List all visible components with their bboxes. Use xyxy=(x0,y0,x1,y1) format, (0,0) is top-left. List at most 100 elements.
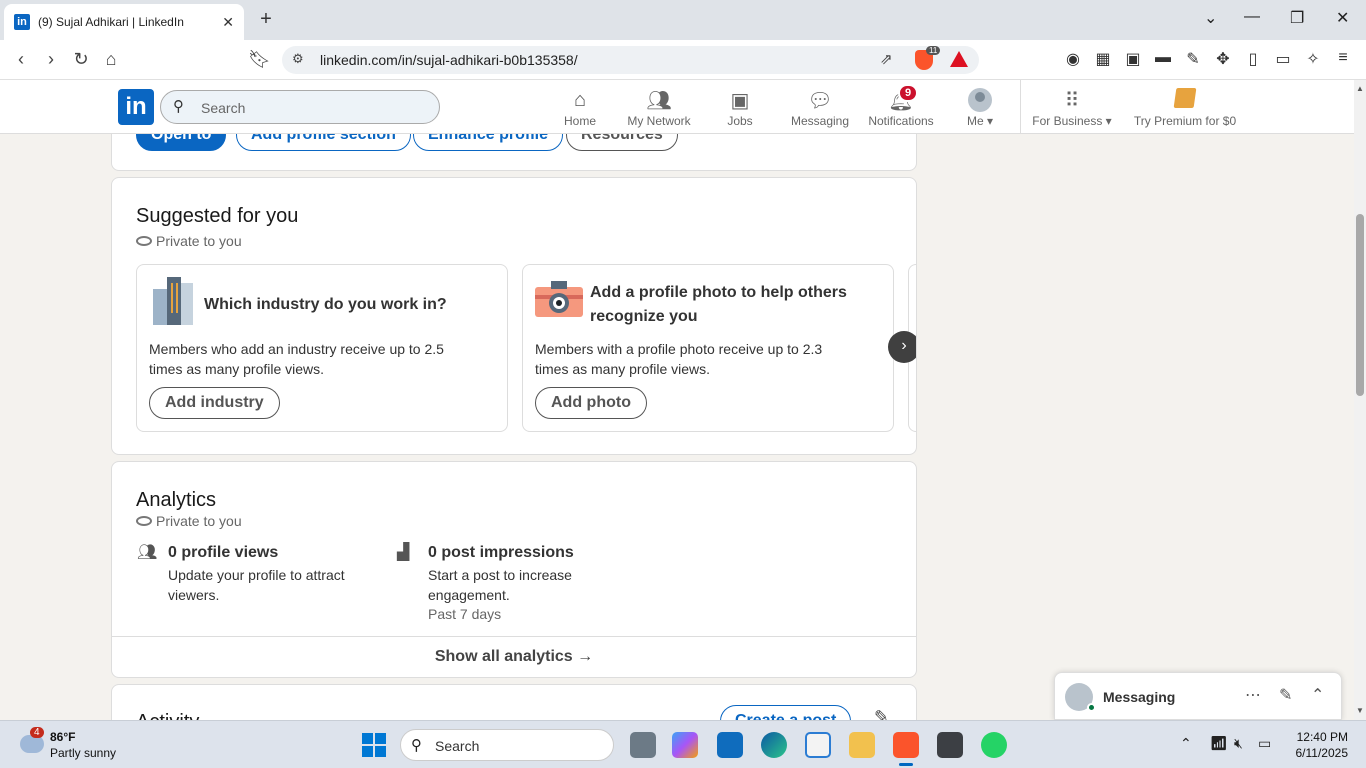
leo-ai-icon[interactable]: ✧ xyxy=(1302,49,1324,69)
compose-icon[interactable]: ✎ xyxy=(1279,685,1292,705)
nav-notifications[interactable]: 🔔︎ 9 Notifications xyxy=(866,84,936,128)
analytics-card: Analytics Private to you 👥︎ 0 profile vi… xyxy=(111,461,917,678)
linkedin-nav: in ⚲ Search ⌂ Home 👥︎ My Network ▣ Jobs … xyxy=(0,80,1354,134)
brave-rewards-icon[interactable] xyxy=(950,51,968,67)
weather-badge: 4 xyxy=(30,727,44,738)
nav-premium-label: Try Premium for $0 xyxy=(1133,114,1237,128)
add-photo-button[interactable]: Add photo xyxy=(535,387,647,419)
suggestion-photo: Add a profile photo to help others recog… xyxy=(522,264,894,432)
wifi-icon[interactable]: 📶︎ xyxy=(1210,735,1228,752)
sidebar-icon[interactable]: ▯ xyxy=(1242,49,1264,69)
brave-browser-icon[interactable] xyxy=(893,732,919,766)
close-window-button[interactable]: ✕ xyxy=(1336,8,1349,28)
store-icon[interactable] xyxy=(805,732,831,758)
forward-button[interactable]: › xyxy=(40,49,62,70)
network-icon: 👥︎ xyxy=(646,89,672,112)
suggested-title: Suggested for you xyxy=(136,205,299,227)
add-industry-button[interactable]: Add industry xyxy=(149,387,280,419)
menu-icon[interactable]: ≡ xyxy=(1332,49,1354,67)
next-arrow-button[interactable]: › xyxy=(888,331,916,363)
chat-icon: 💬︎ xyxy=(807,89,833,112)
new-tab-button[interactable]: + xyxy=(256,8,276,31)
bookmark-icon[interactable]: 🔖︎ xyxy=(248,49,271,70)
more-options-icon[interactable]: ⋯ xyxy=(1245,685,1261,705)
avatar xyxy=(968,88,992,112)
search-icon: ⚲ xyxy=(173,98,184,115)
suggested-card: Suggested for you Private to you Which i… xyxy=(111,177,917,455)
buildings-icon xyxy=(153,277,193,325)
suggestion-industry: Which industry do you work in? Members w… xyxy=(136,264,508,432)
clock-time: 12:40 PM xyxy=(1296,730,1348,744)
suggestion-photo-desc: Members with a profile photo receive up … xyxy=(535,341,823,377)
qr-code-icon[interactable]: ▦ xyxy=(1092,49,1114,69)
nav-home[interactable]: ⌂ Home xyxy=(560,86,600,129)
search-icon: ⚲ xyxy=(411,737,422,754)
nav-messaging[interactable]: 💬︎ Messaging xyxy=(788,86,852,129)
nav-premium[interactable]: Try Premium for $0 xyxy=(1130,86,1240,128)
wallet-icon[interactable]: ▭ xyxy=(1272,49,1294,69)
show-hidden-icons-chevron-icon[interactable]: ⌃ xyxy=(1180,735,1192,752)
extension-globe-icon[interactable]: ◉ xyxy=(1062,49,1084,69)
chevron-up-icon[interactable]: ⌃ xyxy=(1311,685,1324,705)
messaging-dock[interactable]: Messaging ⋯ ✎ ⌃ xyxy=(1054,672,1342,720)
site-settings-icon[interactable]: ⚙ xyxy=(292,51,304,67)
scroll-down-icon[interactable]: ▼ xyxy=(1356,706,1364,715)
copilot-icon[interactable] xyxy=(672,732,698,758)
whatsapp-icon[interactable] xyxy=(981,732,1007,758)
eyedropper-icon[interactable]: ✎ xyxy=(1182,49,1204,69)
taskbar-clock[interactable]: 12:40 PM 6/11/2025 xyxy=(1278,729,1349,761)
extensions-puzzle-icon[interactable]: ✥ xyxy=(1212,49,1234,69)
nav-jobs[interactable]: ▣ Jobs xyxy=(720,86,760,129)
back-button[interactable]: ‹ xyxy=(10,49,32,70)
extension-translate-icon[interactable]: ▬ xyxy=(1152,49,1174,67)
messaging-dock-label[interactable]: Messaging xyxy=(1103,689,1175,705)
scrollbar-thumb[interactable] xyxy=(1356,214,1364,396)
file-explorer-icon[interactable] xyxy=(849,732,875,758)
post-impressions-period: Past 7 days xyxy=(428,606,502,622)
nav-for-business-label: For Business ▾ xyxy=(1030,114,1114,128)
battery-icon[interactable]: ▭ xyxy=(1258,735,1271,752)
home-icon: ⌂ xyxy=(573,88,587,111)
windows-taskbar: 4 86°F Partly sunny ⚲ Search ⌃ 📶︎ 🔇︎ ▭ 1… xyxy=(0,720,1366,768)
outlook-icon[interactable] xyxy=(717,732,743,758)
url-text[interactable]: linkedin.com/in/sujal-adhikari-b0b135358… xyxy=(320,52,578,68)
edge-icon[interactable] xyxy=(761,732,787,758)
minimize-button[interactable]: — xyxy=(1244,8,1260,26)
nav-my-network-label: My Network xyxy=(627,114,691,128)
close-tab-icon[interactable]: ✕ xyxy=(222,14,234,31)
home-button[interactable]: ⌂ xyxy=(100,49,122,70)
volume-muted-icon[interactable]: 🔇︎ xyxy=(1234,735,1243,752)
extension-screen-icon[interactable]: ▣ xyxy=(1122,49,1144,69)
eye-icon xyxy=(136,236,152,246)
reload-button[interactable]: ↻ xyxy=(70,49,92,70)
people-icon: 👥︎ xyxy=(137,544,158,561)
task-view-icon[interactable] xyxy=(630,732,656,758)
share-icon[interactable]: ⇗ xyxy=(880,50,893,68)
windows-start-icon[interactable] xyxy=(362,733,386,757)
tab-title: (9) Sujal Adhikari | LinkedIn xyxy=(38,15,184,29)
show-all-analytics-link[interactable]: Show all analytics → xyxy=(112,648,916,666)
taskbar-search-input[interactable]: ⚲ Search xyxy=(400,729,614,761)
nav-my-network[interactable]: 👥︎ My Network xyxy=(626,86,692,129)
unity-icon[interactable] xyxy=(937,732,963,758)
address-bar[interactable]: ⚙ linkedin.com/in/sujal-adhikari-b0b1353… xyxy=(282,46,979,74)
nav-for-business[interactable]: ⠿ For Business ▾ xyxy=(1030,86,1114,129)
page-scrollbar[interactable]: ▲ ▼ xyxy=(1354,80,1366,720)
grid-icon: ⠿ xyxy=(1064,89,1080,112)
analytics-privacy: Private to you xyxy=(136,513,242,529)
weather-icon[interactable] xyxy=(20,735,44,753)
post-impressions-title[interactable]: 0 post impressions xyxy=(428,544,574,562)
linkedin-logo[interactable]: in xyxy=(118,89,154,125)
linkedin-favicon-icon: in xyxy=(14,14,30,30)
scroll-up-icon[interactable]: ▲ xyxy=(1356,84,1364,93)
profile-views-title[interactable]: 0 profile views xyxy=(168,544,278,562)
suggestion-photo-title: Add a profile photo to help others recog… xyxy=(590,284,847,325)
nav-me[interactable]: Me ▾ xyxy=(958,86,1002,128)
suggestion-industry-title: Which industry do you work in? xyxy=(204,296,447,313)
weather-temp[interactable]: 86°F xyxy=(50,730,75,744)
browser-tab-linkedin[interactable]: in (9) Sujal Adhikari | LinkedIn ✕ xyxy=(4,4,244,40)
tab-search-chevron-icon[interactable]: ⌄ xyxy=(1204,8,1217,28)
search-input[interactable]: ⚲ Search xyxy=(160,90,440,124)
weather-desc[interactable]: Partly sunny xyxy=(50,746,116,760)
restore-button[interactable]: ❐ xyxy=(1290,8,1304,28)
